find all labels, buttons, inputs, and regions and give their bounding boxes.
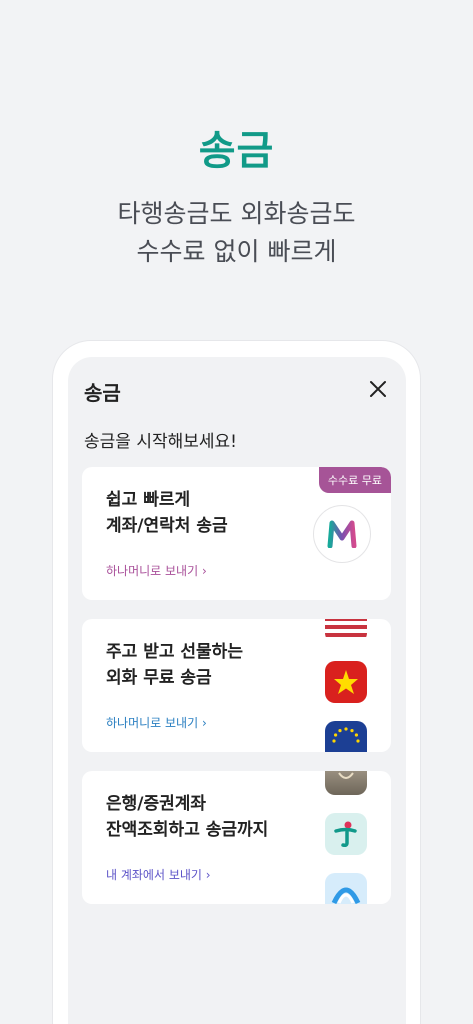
vietnam-flag-icon [325, 661, 367, 703]
card-title-line2: 계좌/연락처 송금 [106, 516, 228, 536]
us-flag-icon [325, 619, 367, 643]
lead-text: 송금을 시작해보세요! [84, 432, 237, 452]
send-my-account-link[interactable]: 내 계좌에서 보내기 › [106, 866, 211, 883]
close-button[interactable] [366, 377, 390, 401]
card-title-line2: 잔액조회하고 송금까지 [106, 820, 269, 840]
card-title-line1: 주고 받고 선물하는 [106, 642, 243, 662]
bank-app-icon [325, 771, 367, 795]
hero-title: 송금 [198, 128, 275, 174]
card-title-line1: 은행/증권계좌 [106, 794, 207, 814]
hero-subtitle-line2: 수수료 없이 빠르게 [136, 237, 337, 266]
card-title-line1: 쉽고 빠르게 [106, 490, 191, 510]
card-account-transfer[interactable]: 쉽고 빠르게 계좌/연락처 송금 하나머니로 보내기 › 수수료 무료 [82, 467, 391, 600]
bank-blue-icon [325, 873, 367, 904]
m-logo-icon [327, 520, 357, 548]
eu-flag-icon [325, 721, 367, 752]
send-hanamoney-link[interactable]: 하나머니로 보내기 › [106, 714, 207, 731]
hero-subtitle-line1: 타행송금도 외화송금도 [117, 199, 356, 228]
send-hanamoney-link[interactable]: 하나머니로 보내기 › [106, 562, 207, 579]
card-title-line2: 외화 무료 송금 [106, 668, 212, 688]
modal-title: 송금 [84, 381, 121, 405]
card-foreign-transfer[interactable]: 주고 받고 선물하는 외화 무료 송금 하나머니로 보내기 › [82, 619, 391, 752]
fee-free-badge: 수수료 무료 [318, 467, 391, 493]
hanamoney-logo [313, 505, 371, 563]
close-icon [370, 381, 386, 397]
hana-bank-icon [325, 813, 367, 855]
hero-subtitle: 타행송금도 외화송금도 수수료 없이 빠르게 [0, 195, 473, 271]
card-account-inquiry[interactable]: 은행/증권계좌 잔액조회하고 송금까지 내 계좌에서 보내기 › [82, 771, 391, 904]
transfer-modal: 송금 송금을 시작해보세요! 쉽고 빠르게 계좌/연락처 송금 하나머니로 보내… [68, 357, 406, 1024]
